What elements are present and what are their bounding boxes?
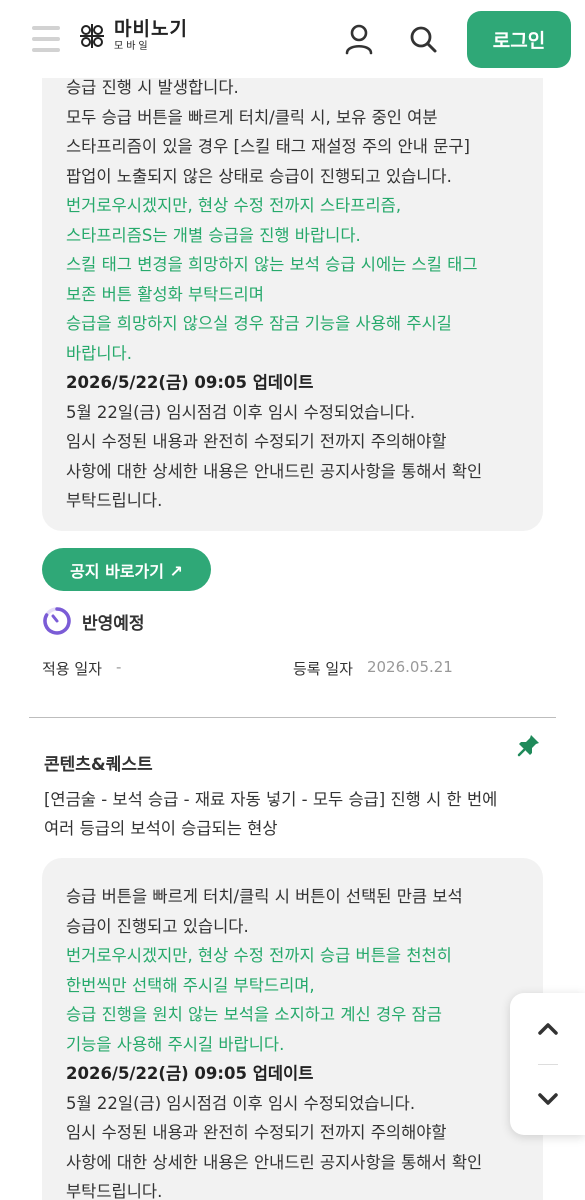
notice-link-button[interactable]: 공지 바로가기 ↗ bbox=[42, 548, 211, 591]
scroll-down-button[interactable] bbox=[510, 1065, 585, 1135]
body-line: 승급을 희망하지 않으실 경우 잠금 기능을 사용해 주시길 bbox=[66, 314, 452, 333]
notice-title-line: [연금술 - 보석 승급 - 재료 자동 넣기 - 모두 승급] 진행 시 한 … bbox=[44, 790, 498, 809]
body-line: 스타프리즘S는 개별 승급을 진행 바랍니다. bbox=[66, 225, 361, 245]
login-button[interactable]: 로그인 bbox=[467, 11, 571, 68]
body-line: 승급 진행을 원치 않는 보석을 소지하고 계신 경우 잠금 bbox=[66, 1005, 442, 1024]
register-date: 등록 일자 2026.05.21 bbox=[293, 658, 453, 679]
notice-body-text: 승급 버튼을 빠르게 터치/클릭 시 버튼이 선택된 만큼 보석승급이 진행되고… bbox=[66, 882, 482, 1200]
menu-icon[interactable] bbox=[32, 26, 60, 52]
body-line: 사항에 대한 상세한 내용은 안내드린 공지사항을 통해서 확인 bbox=[66, 1152, 483, 1172]
body-line: 모두 승급 버튼을 빠르게 터치/클릭 시, 보유 중인 여분 bbox=[66, 107, 438, 127]
body-line: 사항에 대한 상세한 내용은 안내드린 공지사항을 통해서 확인 bbox=[66, 461, 483, 481]
user-icon[interactable] bbox=[343, 22, 375, 56]
logo[interactable]: 마비노기 모바일 bbox=[76, 20, 188, 52]
body-line: 임시 수정된 내용과 완전히 수정되기 전까지 주의해야할 bbox=[66, 1123, 447, 1142]
app-header: 마비노기 모바일 로그인 bbox=[0, 0, 585, 78]
apply-date: 적용 일자 - bbox=[42, 658, 121, 679]
status-row: 반영예정 bbox=[42, 606, 145, 636]
body-line: 보존 버튼 활성화 부탁드리며 bbox=[66, 284, 264, 304]
body-line: 한번씩만 선택해 주시길 부탁드리며, bbox=[66, 975, 315, 995]
notice-body-text: 승급 진행 시 발생합니다. 모두 승급 버튼을 빠르게 터치/클릭 시, 보유 … bbox=[66, 73, 482, 516]
status-badge: 반영예정 bbox=[82, 613, 145, 634]
body-line: 승급이 진행되고 있습니다. bbox=[66, 916, 249, 936]
logo-mark-icon bbox=[80, 24, 104, 48]
body-line: 부탁드립니다. bbox=[66, 491, 163, 510]
notice-title-line: 여러 등급의 보석이 승급되는 현상 bbox=[44, 819, 278, 838]
body-line: 기능을 사용해 주시길 바랍니다. bbox=[66, 1034, 285, 1054]
register-date-label: 등록 일자 bbox=[293, 660, 353, 678]
body-line: 번거로우시겠지만, 현상 수정 전까지 스타프리즘, bbox=[66, 196, 402, 215]
notice-category: 콘텐츠&퀘스트 bbox=[44, 755, 153, 775]
apply-date-value: - bbox=[115, 658, 122, 676]
body-line: 5월 22일(금) 임시점검 이후 임시 수정되었습니다. bbox=[66, 1093, 416, 1113]
divider bbox=[29, 717, 556, 718]
body-line: 임시 수정된 내용과 완전히 수정되기 전까지 주의해야할 bbox=[66, 432, 447, 451]
chevron-up-icon bbox=[537, 1023, 558, 1035]
scroll-up-button[interactable] bbox=[510, 993, 585, 1063]
body-line: 승급 버튼을 빠르게 터치/클릭 시 버튼이 선택된 만큼 보석 bbox=[66, 887, 463, 906]
body-line: 팝업이 노출되지 않은 상태로 승급이 진행되고 있습니다. bbox=[66, 166, 452, 186]
body-line: 바랍니다. bbox=[66, 343, 132, 363]
register-date-value: 2026.05.21 bbox=[366, 658, 453, 676]
apply-date-label: 적용 일자 bbox=[42, 660, 102, 678]
pin-icon bbox=[517, 735, 539, 757]
notice-title: [연금술 - 보석 승급 - 재료 자동 넣기 - 모두 승급] 진행 시 한 … bbox=[44, 785, 497, 843]
timer-icon bbox=[43, 607, 71, 635]
body-line: 스킬 태그 변경을 희망하지 않는 보석 승급 시에는 스킬 태그 bbox=[66, 255, 478, 274]
body-line: 번거로우시겠지만, 현상 수정 전까지 승급 버튼을 천천히 bbox=[66, 946, 452, 965]
logo-sub-text: 모바일 bbox=[114, 41, 151, 52]
scroll-control bbox=[510, 993, 585, 1135]
update-heading: 2026/5/22(금) 09:05 업데이트 bbox=[66, 1064, 314, 1083]
search-icon[interactable] bbox=[407, 22, 439, 56]
logo-main-text: 마비노기 bbox=[114, 18, 188, 40]
update-heading: 2026/5/22(금) 09:05 업데이트 bbox=[66, 373, 314, 392]
body-line: 5월 22일(금) 임시점검 이후 임시 수정되었습니다. bbox=[66, 402, 416, 422]
body-line: 스타프리즘이 있을 경우 [스킬 태그 재설정 주의 안내 문구] bbox=[66, 137, 470, 156]
chevron-down-icon bbox=[537, 1093, 558, 1105]
body-line: 부탁드립니다. bbox=[66, 1182, 163, 1200]
